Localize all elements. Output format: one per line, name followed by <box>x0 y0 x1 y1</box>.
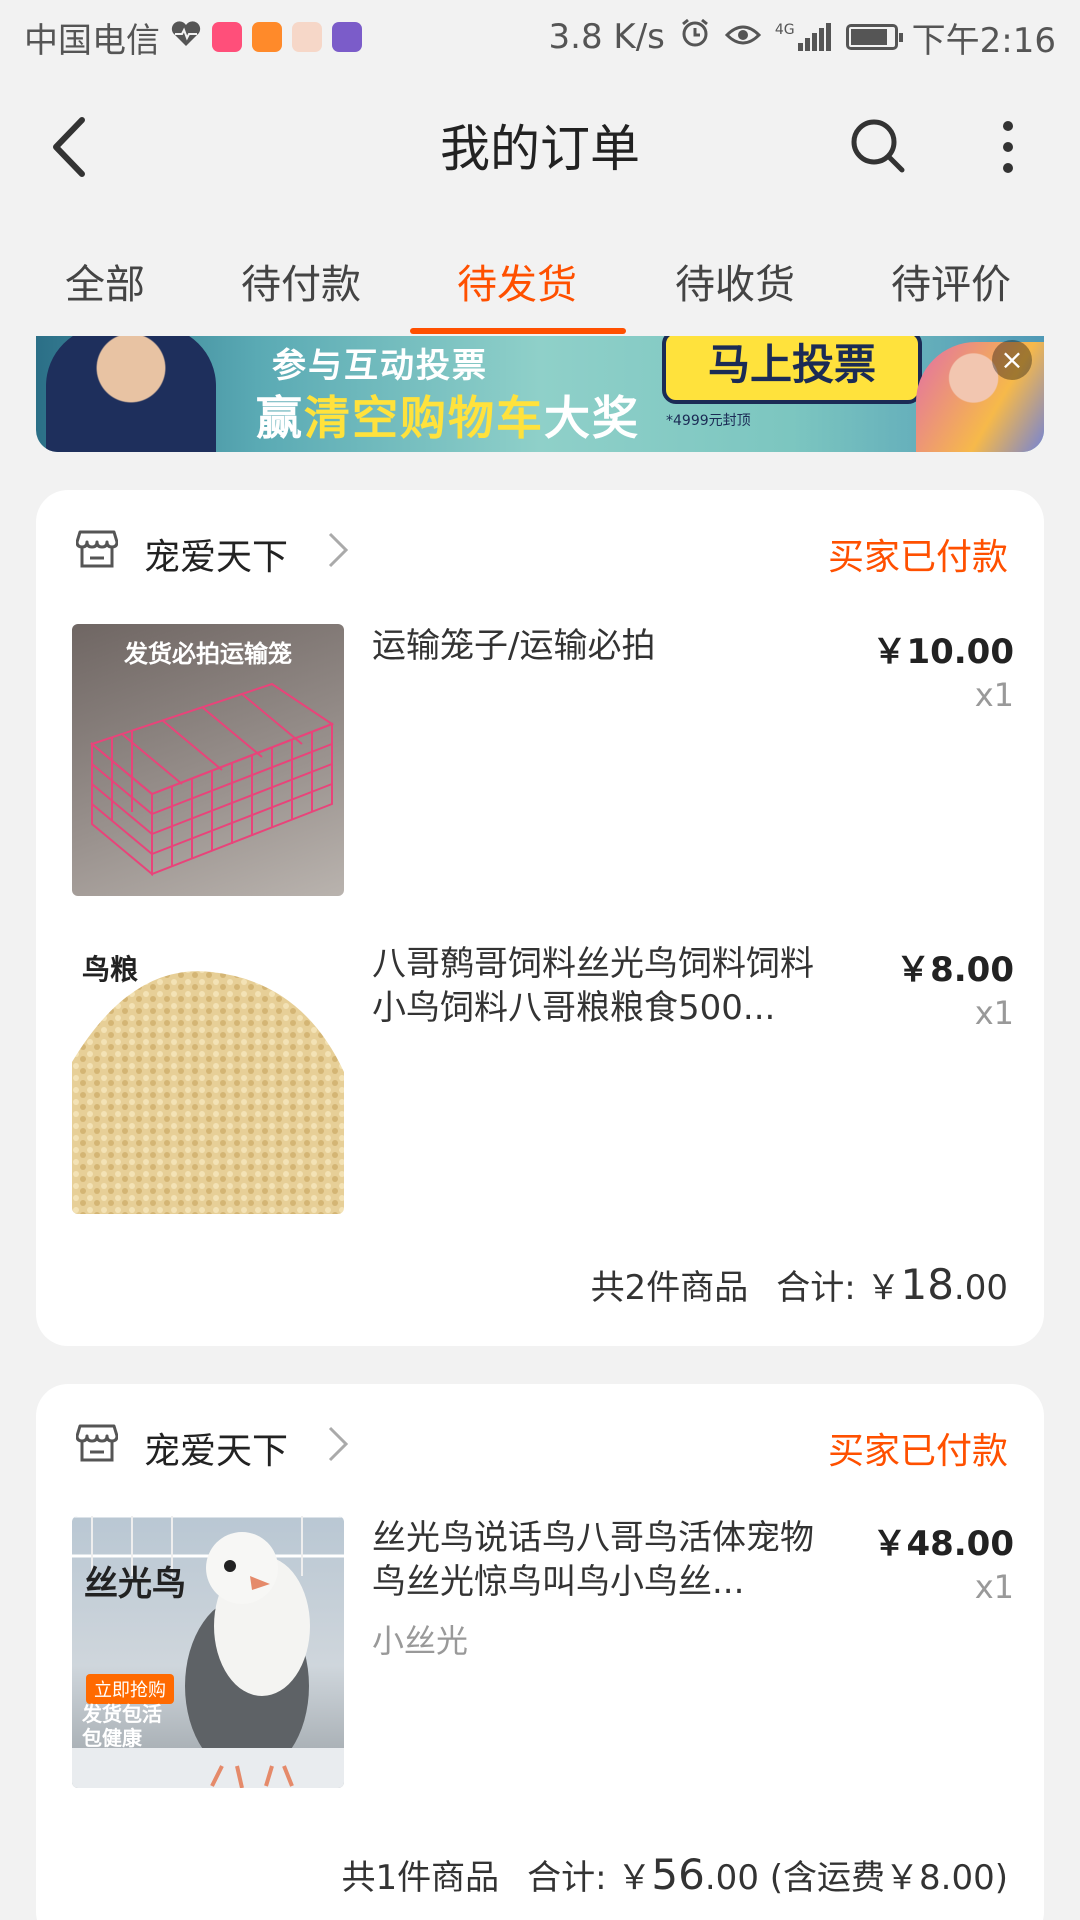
product-quantity: x1 <box>974 994 1014 1032</box>
total-decimal: .00 <box>704 1858 759 1898</box>
camera-app-icon <box>332 22 362 52</box>
total-integer: 18 <box>900 1260 954 1309</box>
item-count: 共1件商品 <box>341 1858 500 1898</box>
total-label: 合计: ￥ <box>776 1268 901 1308</box>
more-button[interactable] <box>990 114 1026 180</box>
back-button[interactable] <box>44 112 104 182</box>
product-name[interactable]: 运输笼子/运输必拍 <box>372 624 832 668</box>
eye-comfort-icon <box>724 17 761 57</box>
chevron-right-icon <box>328 1426 349 1462</box>
order-card[interactable]: 宠爱天下 买家已付款 发货必拍运输笼 运输笼子/运输必拍 ￥10.00 x1 鸟… <box>36 490 1044 1346</box>
search-button[interactable] <box>846 114 912 180</box>
network-type: 4G <box>774 22 795 38</box>
status-bar: 中国电信 3.8 K/s 4G 下午2:16 <box>0 0 1080 74</box>
shop-icon <box>76 530 118 568</box>
tab-pending-payment[interactable]: 待付款 <box>236 252 366 310</box>
shop-icon <box>76 1424 118 1462</box>
order-item[interactable]: 丝光鸟 立即抢购 发货包活 包健康 丝光鸟说话鸟八哥鸟活体宠物鸟丝光惊鸟叫鸟小鸟… <box>36 1516 1044 1788</box>
tab-all[interactable]: 全部 <box>60 252 150 310</box>
tab-pending-shipment[interactable]: 待发货 <box>452 252 582 310</box>
product-price: ￥8.00 <box>896 950 1014 990</box>
order-item[interactable]: 发货必拍运输笼 运输笼子/运输必拍 ￥10.00 x1 <box>36 624 1044 896</box>
battery-icon <box>845 24 903 50</box>
product-image-note: 发货包活 包健康 <box>82 1702 162 1750</box>
search-icon <box>851 119 905 173</box>
product-image-caption: 丝光鸟 <box>84 1564 186 1604</box>
banner-close-button[interactable]: × <box>992 340 1032 380</box>
order-card[interactable]: 宠爱天下 买家已付款 丝光鸟 立即抢购 发货包活 包健康 丝光鸟说话鸟八哥鸟活体… <box>36 1384 1044 1920</box>
product-price: ￥48.00 <box>872 1524 1014 1564</box>
banner-line2-prefix: 赢 <box>256 391 304 445</box>
banner-highlight: 清空购物车 <box>304 391 544 445</box>
shipping-note: (含运费￥8.00) <box>769 1858 1008 1898</box>
order-tabs: 全部 待付款 待发货 待收货 待评价 <box>0 216 1080 336</box>
music-app-icon <box>212 22 242 52</box>
app-header: 我的订单 <box>0 74 1080 216</box>
health-icon <box>170 17 202 57</box>
product-image-caption: 鸟粮 <box>82 953 139 986</box>
page-title: 我的订单 <box>440 120 640 178</box>
product-sku: 小丝光 <box>372 1622 469 1660</box>
back-arrow-icon <box>53 117 85 177</box>
banner-line1: 参与互动投票 <box>272 346 488 386</box>
order-status: 买家已付款 <box>827 537 1008 578</box>
order-summary: 共2件商品 合计: ￥18.00 <box>591 1260 1008 1309</box>
product-quantity: x1 <box>974 676 1014 714</box>
cage-illustration <box>89 682 335 877</box>
active-tab-indicator <box>410 328 626 334</box>
order-item[interactable]: 鸟粮 八哥鹩哥饲料丝光鸟饲料饲料小鸟饲料八哥粮粮食500... ￥8.00 x1 <box>36 942 1044 1214</box>
banner-line2: 赢清空购物车大奖 <box>256 382 640 448</box>
product-quantity: x1 <box>974 1568 1014 1606</box>
product-image[interactable]: 发货必拍运输笼 <box>72 624 344 896</box>
shop-name[interactable]: 宠爱天下 <box>144 1422 288 1474</box>
item-count: 共2件商品 <box>590 1268 749 1308</box>
total-decimal: .00 <box>953 1268 1008 1308</box>
product-image-badge: 立即抢购 <box>86 1674 174 1704</box>
host-image <box>46 336 216 452</box>
shop-row[interactable]: 宠爱天下 买家已付款 <box>36 490 1044 610</box>
shop-row[interactable]: 宠爱天下 买家已付款 <box>36 1384 1044 1504</box>
banner-note: *4999元封顶 <box>666 413 751 429</box>
product-image[interactable]: 鸟粮 <box>72 942 344 1214</box>
map-app-icon <box>292 22 322 52</box>
total-integer: 56 <box>651 1850 705 1899</box>
banner-line2-suffix: 大奖 <box>544 391 640 445</box>
tab-pending-receipt[interactable]: 待收货 <box>670 252 800 310</box>
promo-banner[interactable]: 参与互动投票 赢清空购物车大奖 马上投票 *4999元封顶 × <box>36 336 1044 452</box>
shop-name[interactable]: 宠爱天下 <box>144 528 288 580</box>
clock: 下午2:16 <box>911 20 1056 61</box>
order-status: 买家已付款 <box>827 1431 1008 1472</box>
more-vertical-icon <box>1003 121 1013 173</box>
carrier-label: 中国电信 <box>24 20 160 61</box>
vote-button[interactable]: 马上投票 <box>662 336 922 404</box>
alarm-icon <box>679 17 711 58</box>
product-name[interactable]: 八哥鹩哥饲料丝光鸟饲料饲料小鸟饲料八哥粮粮食500... <box>372 942 832 1030</box>
video-app-icon <box>252 22 282 52</box>
product-name[interactable]: 丝光鸟说话鸟八哥鸟活体宠物鸟丝光惊鸟叫鸟小鸟丝... <box>372 1516 832 1604</box>
network-speed: 3.8 K/s <box>548 17 665 57</box>
tab-pending-review[interactable]: 待评价 <box>886 252 1016 310</box>
order-summary: 共1件商品 合计: ￥56.00 (含运费￥8.00) <box>342 1850 1008 1899</box>
total-label: 合计: ￥ <box>527 1858 652 1898</box>
signal-icon: 4G <box>775 23 832 51</box>
product-image[interactable]: 丝光鸟 立即抢购 发货包活 包健康 <box>72 1516 344 1788</box>
product-price: ￥10.00 <box>872 632 1014 672</box>
chevron-right-icon <box>328 532 349 568</box>
